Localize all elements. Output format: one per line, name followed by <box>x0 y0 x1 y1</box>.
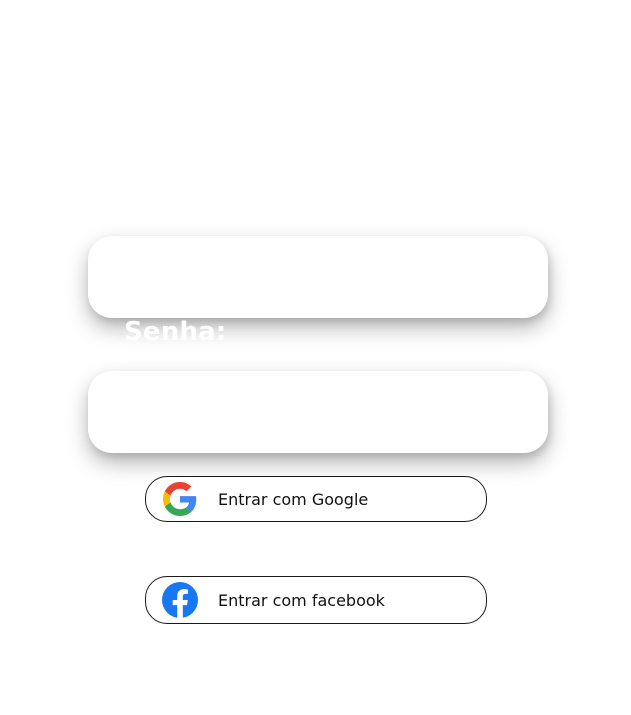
password-field-container <box>88 371 548 453</box>
google-login-label: Entrar com Google <box>218 489 369 509</box>
password-label: Senha: <box>124 317 227 347</box>
facebook-login-label: Entrar com facebook <box>218 590 385 610</box>
facebook-login-button[interactable]: Entrar com facebook <box>145 576 487 624</box>
google-icon <box>162 481 198 517</box>
email-field[interactable] <box>88 236 548 318</box>
email-field-container <box>88 236 548 318</box>
password-field[interactable] <box>88 371 548 453</box>
login-form: Senha: Entrar com Google Entrar com face… <box>0 0 631 715</box>
facebook-icon <box>162 582 198 618</box>
google-login-button[interactable]: Entrar com Google <box>145 476 487 522</box>
